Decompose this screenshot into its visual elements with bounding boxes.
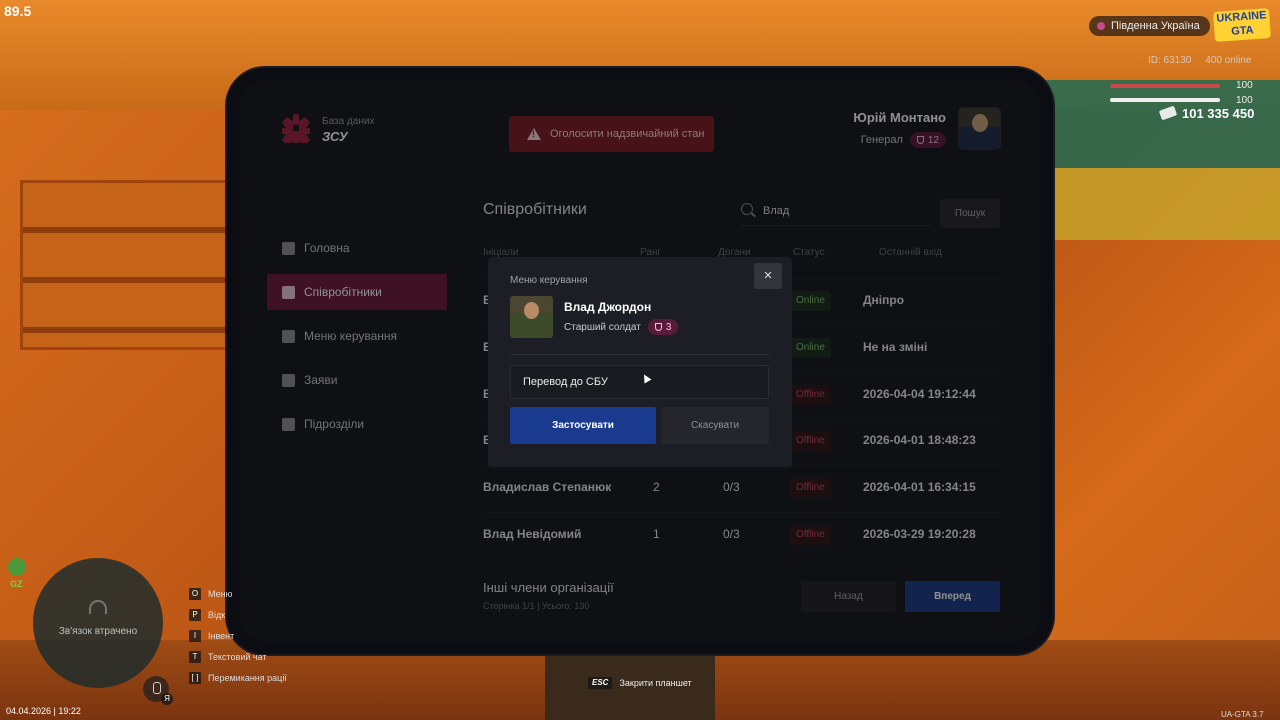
member-level-badge: 3 [647,319,679,335]
player-id-line: ID: 63130 400 online [1148,55,1251,66]
member-name: Влад Джордон [564,300,652,314]
esc-key: ESC [588,677,613,689]
member-rank: Старший солдат [564,321,641,333]
action-select[interactable]: Перевод до СБУ [510,365,769,399]
region-label: Південна Україна [1111,20,1200,32]
key-label: Перемикання рації [208,672,287,683]
keybind-hint: O Меню [189,587,287,600]
keybind-hint: I Інвент [189,629,287,642]
armor-bar [1110,98,1220,102]
keybind-hints: O Меню P Відк I Інвент T Текстовий чат [ ] Пе… [189,587,287,693]
modal-title: Меню керування [510,275,588,286]
level-shield-icon [654,323,662,331]
member-avatar [510,296,553,338]
version-label: UA-GTA 3.7 [1221,710,1264,719]
fps-counter: 89.5 [4,3,32,19]
gz-label: GZ [10,579,23,589]
key-badge: [ ] [189,671,201,684]
keybind-hint: T Текстовий чат [189,650,287,663]
key-badge: O [189,587,201,600]
armor-value: 100 [1236,95,1253,106]
gz-icon [8,558,26,576]
close-tablet-hint: ESC Закрити планшет [588,677,692,689]
member-level: 3 [665,321,672,333]
player-id: ID: 63130 [1148,55,1192,66]
minimap-status: Зв'язок втрачено [58,626,138,637]
esc-label: Закрити планшет [619,678,692,688]
key-badge: P [189,608,201,621]
management-modal: Меню керування × Влад Джордон Старший со… [488,257,792,467]
keybind-hint: P Відк [189,608,287,621]
divider [510,354,770,355]
online-count: 400 online [1205,55,1252,66]
money-display: 101 335 450 [1158,105,1255,121]
server-logo: UKRAINE GTA [1213,8,1271,42]
money-icon [1158,105,1178,121]
key-label: Відк [208,609,226,620]
shelves [20,180,230,350]
close-icon[interactable]: × [754,263,782,289]
member-rank-line: Старший солдат 3 [564,319,679,335]
health-bar [1110,84,1220,88]
money-value: 101 335 450 [1182,106,1255,121]
health-value: 100 [1236,80,1253,91]
region-badge: Південна Україна [1089,16,1210,36]
mic-icon: Я [143,676,173,705]
apply-button[interactable]: Застосувати [510,407,656,444]
key-label: Текстовий чат [208,651,267,662]
cancel-button[interactable]: Скасувати [661,407,769,444]
region-icon [1097,22,1105,30]
no-signal-icon [89,600,107,614]
date-time: 04.04.2026 | 19:22 [6,706,81,716]
key-label: Меню [208,588,233,599]
key-label: Інвент [208,630,235,641]
minimap: Зв'язок втрачено [33,558,163,688]
key-badge: T [189,650,201,663]
mic-key: Я [161,693,173,705]
key-badge: I [189,629,201,642]
keybind-hint: [ ] Перемикання рації [189,671,287,684]
